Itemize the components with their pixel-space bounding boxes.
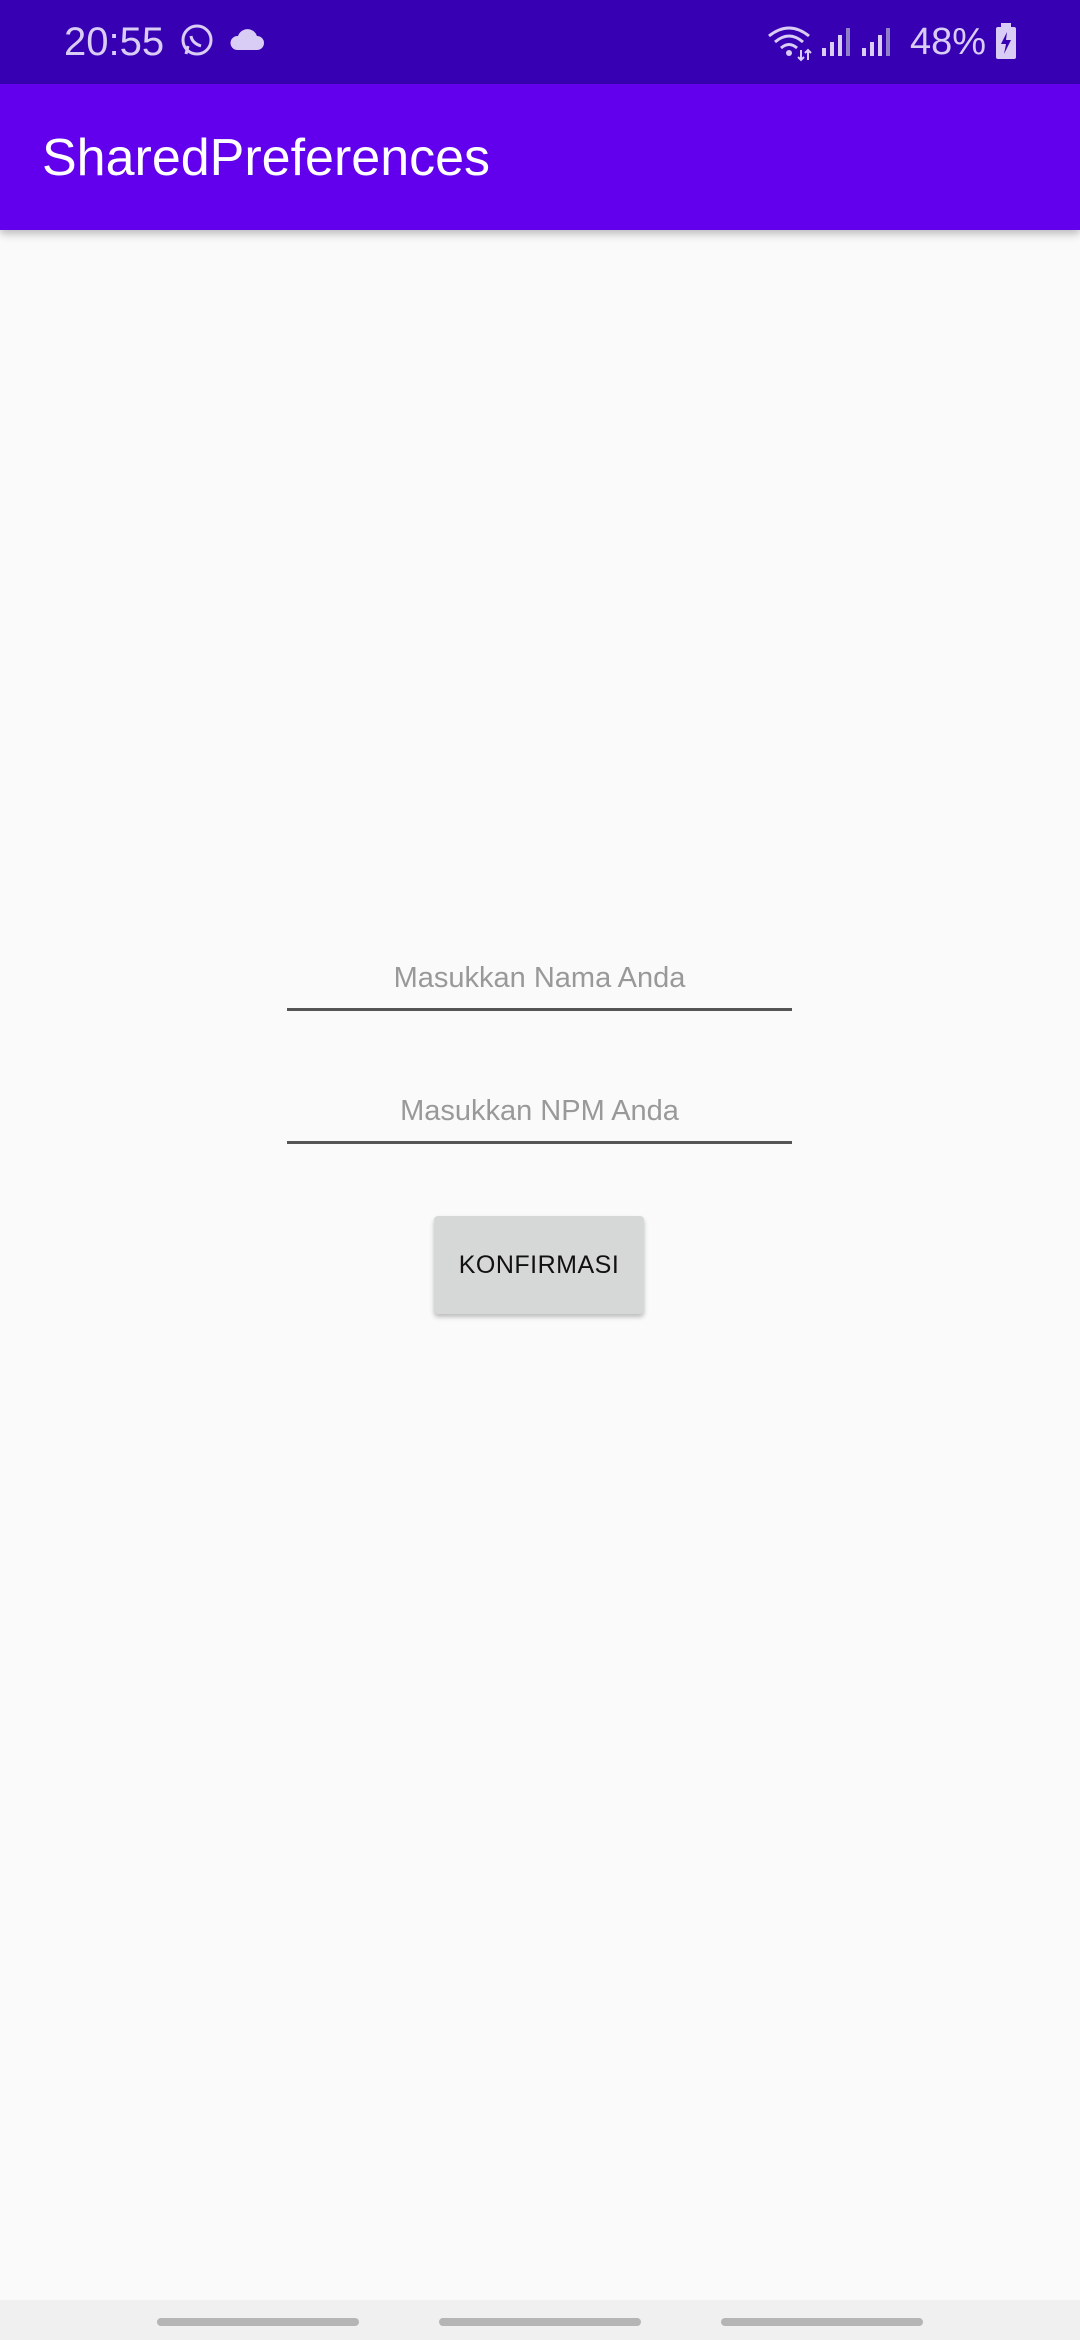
- signal-icon: [862, 28, 890, 56]
- back-button[interactable]: [721, 2318, 923, 2326]
- status-bar: 20:55 48%: [0, 0, 1080, 84]
- navigation-bar: [0, 2300, 1080, 2340]
- app-bar: SharedPreferences: [0, 84, 1080, 230]
- recent-apps-button[interactable]: [157, 2318, 359, 2326]
- whatsapp-icon: [181, 24, 213, 56]
- name-input[interactable]: [287, 948, 792, 1011]
- home-button[interactable]: [439, 2318, 641, 2326]
- battery-percentage: 48%: [910, 21, 987, 63]
- app-screen: 20:55 48% SharedPreferences Masukkan Nam…: [0, 0, 1080, 2340]
- status-time: 20:55: [64, 20, 165, 64]
- app-title: SharedPreferences: [42, 129, 491, 187]
- battery-charging-icon: [996, 23, 1016, 59]
- cloud-icon: [230, 29, 264, 50]
- wifi-icon: [768, 26, 812, 62]
- confirm-button[interactable]: KONFIRMASI: [434, 1216, 644, 1314]
- signal-icon: [822, 28, 850, 56]
- npm-input[interactable]: [287, 1081, 792, 1144]
